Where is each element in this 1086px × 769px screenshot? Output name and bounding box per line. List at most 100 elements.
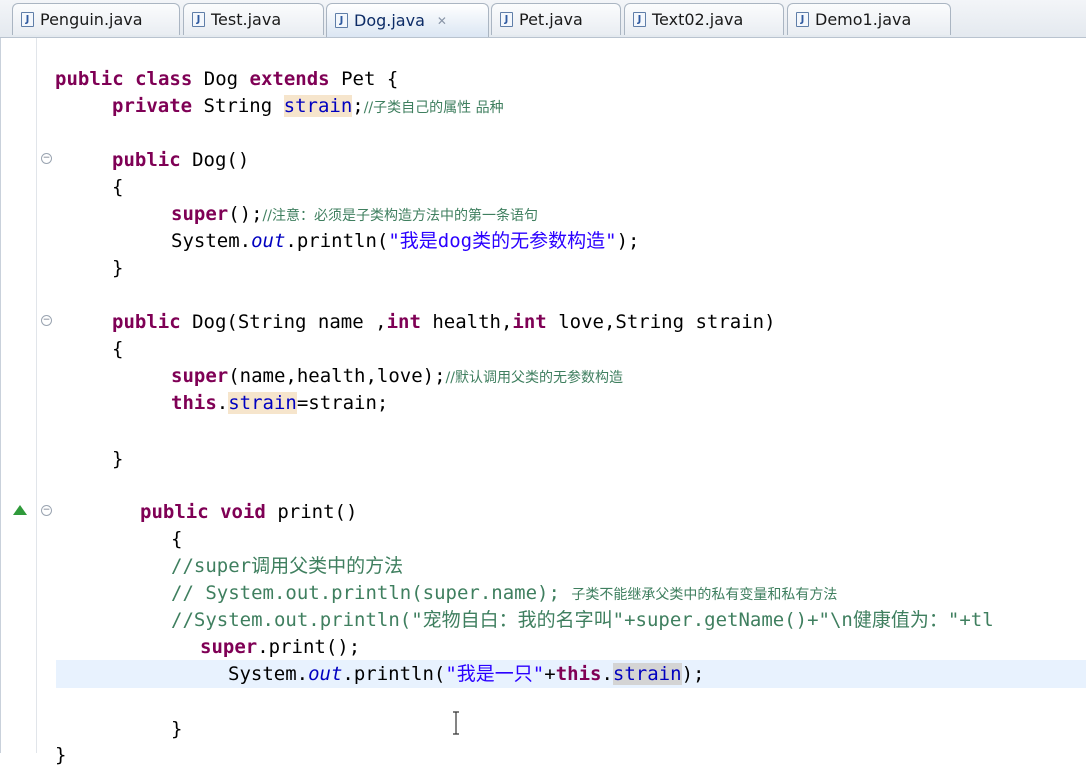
code-text: . xyxy=(601,663,613,685)
keyword: super xyxy=(171,365,229,387)
keyword: int xyxy=(512,311,547,333)
code-line-21: } xyxy=(55,742,66,769)
keyword: int xyxy=(386,311,421,333)
comment: // System.out.println(super.name); xyxy=(171,582,560,604)
static-field: out xyxy=(308,663,343,685)
fold-toggle-icon[interactable]: − xyxy=(41,505,52,516)
code-line-20: } xyxy=(171,716,182,743)
code-text: } xyxy=(171,718,183,740)
code-text: { xyxy=(112,176,124,198)
comment: //super调用父类中的方法 xyxy=(171,555,404,577)
field-strain: strain xyxy=(612,663,682,685)
code-text: } xyxy=(112,257,124,279)
code-line-5: super();//注意：必须是子类构造方法中的第一条语句 xyxy=(171,201,538,228)
tab-label: Demo1.java xyxy=(815,10,912,29)
code-text: ); xyxy=(681,663,705,685)
code-text: } xyxy=(55,744,67,766)
code-text: ; xyxy=(352,95,364,117)
code-text: { xyxy=(112,338,124,360)
tab-pet-java[interactable]: J Pet.java xyxy=(491,3,621,35)
keyword: extends xyxy=(249,68,330,90)
keyword: private xyxy=(112,95,193,117)
tab-text02-java[interactable]: J Text02.java xyxy=(624,3,784,35)
fold-toggle-icon[interactable]: − xyxy=(41,315,52,326)
tab-penguin-java[interactable]: J Penguin.java xyxy=(12,3,180,35)
keyword: public xyxy=(55,68,124,90)
editor-tab-bar: J Penguin.java J Test.java J Dog.java ✕ … xyxy=(0,0,1086,38)
code-line-1: public class Dog extends Pet { xyxy=(55,66,398,93)
field-strain: strain xyxy=(228,392,297,414)
code-text: =strain; xyxy=(296,392,389,414)
code-line-13: public void print() xyxy=(140,499,357,526)
keyword: public xyxy=(140,501,209,523)
override-indicator-icon xyxy=(13,505,27,515)
code-line-4: { xyxy=(112,174,123,201)
string-literal: "我是dog类的无参数构造" xyxy=(388,230,617,252)
comment: //子类自己的属性 品种 xyxy=(363,100,504,116)
code-line-3: public Dog() xyxy=(112,147,249,174)
code-line-16: // System.out.println(super.name); 子类不能继… xyxy=(171,580,837,607)
code-line-2: private String strain;//子类自己的属性 品种 xyxy=(112,93,504,120)
code-text: ); xyxy=(616,230,640,252)
comment: //System.out.println("宠物自白：我的名字叫"+super.… xyxy=(171,609,994,631)
java-file-icon: J xyxy=(796,12,809,27)
code-text: (name,health,love); xyxy=(228,365,446,387)
keyword: public xyxy=(112,311,181,333)
keyword: this xyxy=(171,392,217,414)
code-text: } xyxy=(112,448,124,470)
code-line-19: System.out.println("我是一只"+this.strain); xyxy=(228,661,704,688)
java-file-icon: J xyxy=(21,12,34,27)
code-text: print() xyxy=(277,501,358,523)
keyword: void xyxy=(220,501,266,523)
tab-demo1-java[interactable]: J Demo1.java xyxy=(787,3,951,35)
code-text: Dog() xyxy=(192,149,250,171)
code-text: (); xyxy=(228,203,263,225)
code-text: .print(); xyxy=(257,636,361,658)
code-text: Dog xyxy=(203,68,239,90)
code-line-14: { xyxy=(171,526,182,553)
code-text: Pet { xyxy=(341,68,399,90)
code-line-18: super.print(); xyxy=(200,634,360,661)
tab-label: Dog.java xyxy=(354,11,425,30)
code-line-12: } xyxy=(112,446,123,473)
code-text: health, xyxy=(432,311,513,333)
code-line-15: //super调用父类中的方法 xyxy=(171,553,403,580)
code-line-10: super(name,health,love);//默认调用父类的无参数构造 xyxy=(171,363,623,390)
code-text: .println( xyxy=(285,230,389,252)
tab-label: Penguin.java xyxy=(40,10,143,29)
text-cursor-icon xyxy=(453,711,459,735)
code-line-6: System.out.println("我是dog类的无参数构造"); xyxy=(171,228,639,255)
fold-toggle-icon[interactable]: − xyxy=(41,153,52,164)
comment: //默认调用父类的无参数构造 xyxy=(445,370,623,386)
code-text: System. xyxy=(171,230,252,252)
code-text: . xyxy=(216,392,229,414)
keyword: this xyxy=(555,663,602,685)
vertical-ruler xyxy=(2,38,37,753)
tab-test-java[interactable]: J Test.java xyxy=(183,3,324,35)
code-line-7: } xyxy=(112,255,123,282)
keyword: super xyxy=(171,203,229,225)
tab-label: Pet.java xyxy=(519,10,583,29)
code-text: + xyxy=(544,663,556,685)
static-field: out xyxy=(251,230,286,252)
close-icon[interactable]: ✕ xyxy=(437,14,447,28)
keyword: class xyxy=(135,68,193,90)
code-line-11: this.strain=strain; xyxy=(171,390,388,417)
code-editor[interactable]: − − − public class Dog extends Pet { pri… xyxy=(0,38,1086,766)
code-text: String xyxy=(203,95,273,117)
tab-dog-java[interactable]: J Dog.java ✕ xyxy=(326,3,489,37)
keyword: super xyxy=(200,636,258,658)
code-text: love,String strain) xyxy=(558,311,776,333)
code-line-17: //System.out.println("宠物自白：我的名字叫"+super.… xyxy=(171,607,994,634)
java-file-icon: J xyxy=(500,12,513,27)
java-file-icon: J xyxy=(335,13,348,28)
code-line-9: { xyxy=(112,336,123,363)
code-line-8: public Dog(String name ,int health,int l… xyxy=(112,309,776,336)
comment: //注意：必须是子类构造方法中的第一条语句 xyxy=(262,208,538,224)
code-text: Dog(String name , xyxy=(192,311,387,333)
comment: 子类不能继承父类中的私有变量和私有方法 xyxy=(571,587,838,603)
field-strain: strain xyxy=(283,95,353,117)
keyword: public xyxy=(112,149,181,171)
tab-label: Text02.java xyxy=(652,10,744,29)
code-text: { xyxy=(171,528,183,550)
